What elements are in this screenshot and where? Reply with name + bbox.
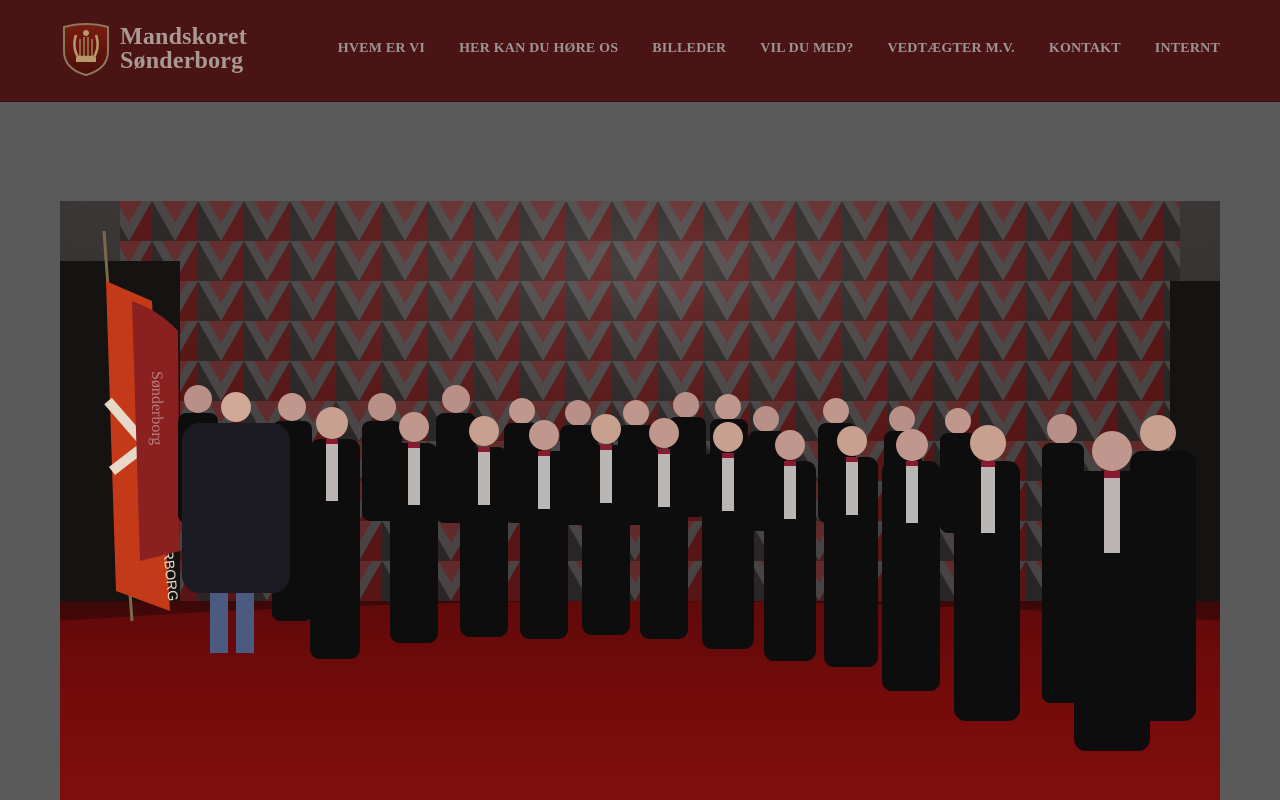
nav-item-hvem-er-vi[interactable]: HVEM ER VI bbox=[338, 41, 425, 57]
site-logo[interactable]: Mandskoret Sønderborg bbox=[58, 20, 247, 78]
logo-wordmark: Mandskoret Sønderborg bbox=[120, 25, 247, 73]
banner-text: Sønderborg bbox=[148, 371, 165, 445]
nav-item-vil-du-med[interactable]: VIL DU MED? bbox=[760, 41, 853, 57]
nav-item-billeder[interactable]: BILLEDER bbox=[652, 41, 726, 57]
nav-item-her-kan-du-hoere-os[interactable]: HER KAN DU HØRE OS bbox=[459, 41, 618, 57]
nav-item-kontakt[interactable]: KONTAKT bbox=[1049, 41, 1121, 57]
nav-item-vedtaegter[interactable]: VEDTÆGTER M.V. bbox=[887, 41, 1014, 57]
choir-photo-image: SØNDERBORG Sønderborg bbox=[60, 201, 1220, 800]
site-header: Mandskoret Sønderborg HVEM ER VI HER KAN… bbox=[0, 0, 1280, 102]
logo-line-1: Mandskoret bbox=[120, 24, 247, 50]
logo-line-2: Sønderborg bbox=[120, 48, 244, 74]
main-nav: HVEM ER VI HER KAN DU HØRE OS BILLEDER V… bbox=[338, 41, 1220, 57]
lyre-emblem-icon bbox=[63, 23, 109, 77]
nav-item-internt[interactable]: INTERNT bbox=[1155, 41, 1220, 57]
choir-group-photo: SØNDERBORG Sønderborg bbox=[60, 201, 1220, 800]
